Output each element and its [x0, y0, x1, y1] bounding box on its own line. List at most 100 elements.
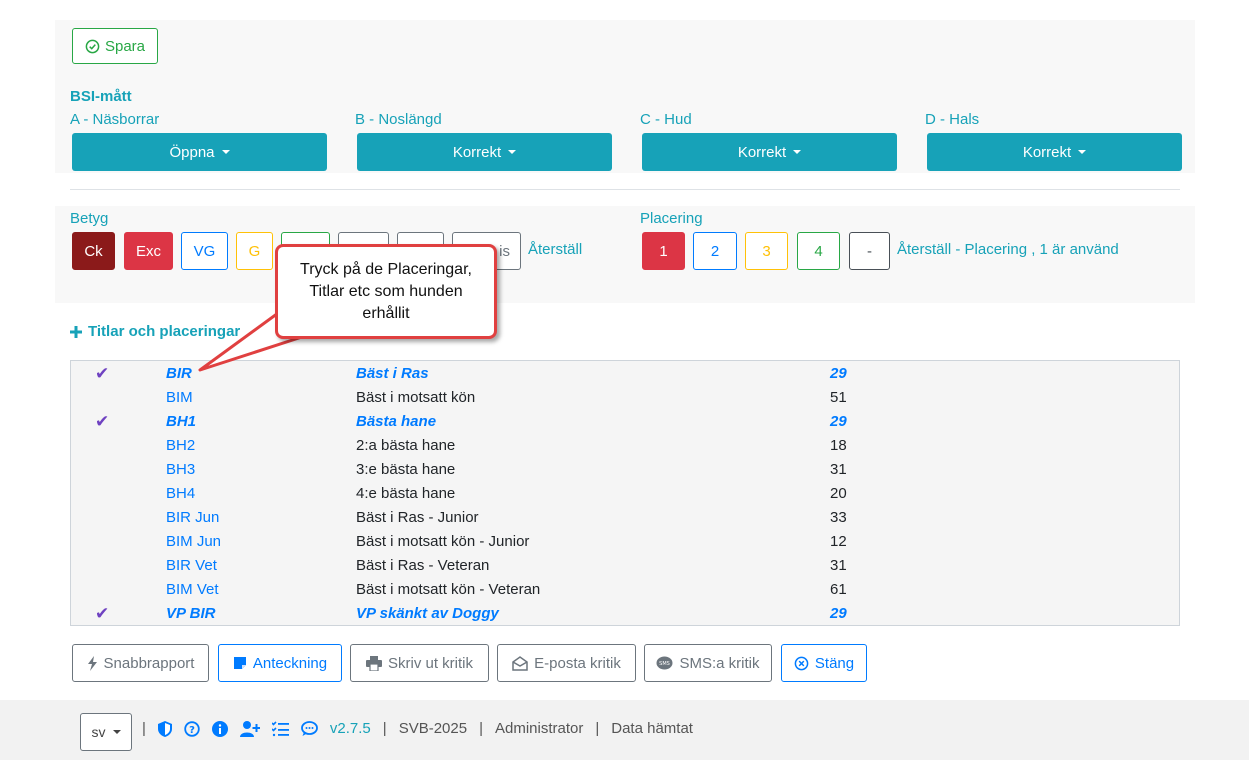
caret-down-icon [1078, 150, 1087, 154]
placement-1-button[interactable]: 1 [642, 232, 685, 270]
list-item[interactable]: BH2 2:a bästa hane 18 [71, 434, 1179, 458]
title-code: BIR Jun [166, 509, 220, 526]
data-status: Data hämtat [611, 720, 693, 737]
question-circle-icon[interactable]: ? [184, 720, 200, 737]
separator: | [382, 720, 387, 737]
plus-icon [70, 325, 82, 338]
list-item[interactable]: ✔ BH1 Bästa hane 29 [71, 410, 1179, 434]
title-count: 29 [830, 605, 847, 622]
list-item[interactable]: BIR Vet Bäst i Ras - Veteran 31 [71, 554, 1179, 578]
note-button[interactable]: Anteckning [218, 644, 342, 682]
grade-ck-button[interactable]: Ck [72, 232, 115, 270]
callout-annotation: Tryck på de Placeringar, Titlar etc som … [275, 244, 497, 339]
grade-g-button[interactable]: G [236, 232, 273, 270]
caret-down-icon [221, 150, 230, 154]
close-circle-icon [794, 656, 809, 670]
grading-reset-link[interactable]: Återställ [528, 241, 582, 258]
close-button[interactable]: Stäng [781, 644, 867, 682]
title-count: 29 [830, 365, 847, 382]
dropdown-value: Korrekt [737, 143, 787, 161]
check-icon: ✔ [95, 604, 110, 623]
titles-list: ✔ BIR Bäst i Ras 29 BIM Bäst i motsatt k… [70, 360, 1180, 626]
svg-text:SMS: SMS [660, 661, 671, 667]
title-count: 31 [830, 461, 847, 478]
list-item[interactable]: BIR Jun Bäst i Ras - Junior 33 [71, 506, 1179, 530]
title-desc: Bäst i Ras - Veteran [356, 557, 490, 574]
note-label: Anteckning [252, 654, 328, 672]
sms-icon: SMS [656, 656, 673, 669]
placement-reset-link[interactable]: Återställ - Placering , 1 är använd [897, 241, 1119, 258]
title-code: BH4 [166, 485, 196, 502]
sms-label: SMS:a kritik [679, 654, 760, 672]
title-desc: VP skänkt av Doggy [356, 605, 499, 622]
quick-report-button[interactable]: Snabbrapport [72, 644, 209, 682]
language-select[interactable]: sv [80, 713, 132, 751]
list-item[interactable]: BH4 4:e bästa hane 20 [71, 482, 1179, 506]
print-label: Skriv ut kritik [387, 654, 473, 672]
title-code: BIR [166, 365, 192, 382]
dropdown-nasborrar[interactable]: Öppna [72, 133, 327, 171]
dropdown-hud[interactable]: Korrekt [642, 133, 897, 171]
divider [70, 189, 1180, 190]
title-code: BH2 [166, 437, 196, 454]
list-item[interactable]: BIM Vet Bäst i motsatt kön - Veteran 61 [71, 578, 1179, 602]
task-list-icon[interactable] [271, 720, 289, 737]
sms-critique-button[interactable]: SMS SMS:a kritik [644, 644, 772, 682]
footer-bar: | ? v2.7.5 | SVB-2025 | Administrator | … [142, 720, 693, 737]
version-link[interactable]: v2.7.5 [330, 720, 371, 737]
info-icon[interactable] [211, 720, 228, 737]
language-value: sv [91, 724, 106, 740]
placement-label: Placering [640, 210, 703, 227]
chat-icon[interactable] [301, 720, 318, 737]
title-desc: Bäst i Ras [356, 365, 429, 382]
check-circle-icon [85, 39, 100, 53]
quick-report-label: Snabbrapport [103, 654, 195, 672]
close-label: Stäng [814, 654, 855, 672]
user-plus-icon[interactable] [239, 720, 260, 737]
separator: | [479, 720, 483, 737]
title-desc: 3:e bästa hane [356, 461, 456, 478]
title-count: 29 [830, 413, 847, 430]
dropdown-noslangd[interactable]: Korrekt [357, 133, 612, 171]
title-code: BH3 [166, 461, 196, 478]
title-desc: Bästa hane [356, 413, 437, 430]
title-count: 12 [830, 533, 847, 550]
list-item[interactable]: BIM Bäst i motsatt kön 51 [71, 386, 1179, 410]
shield-icon[interactable] [157, 720, 172, 737]
field-label-c: C - Hud [640, 111, 692, 128]
title-code: BIM [166, 389, 193, 406]
title-count: 31 [830, 557, 847, 574]
placement-3-button[interactable]: 3 [745, 232, 788, 270]
title-code: VP BIR [166, 605, 216, 622]
title-count: 18 [830, 437, 847, 454]
list-item[interactable]: ✔ VP BIR VP skänkt av Doggy 29 [71, 602, 1179, 626]
check-icon: ✔ [95, 364, 110, 383]
title-desc: Bäst i Ras - Junior [356, 509, 479, 526]
title-code: BIM Jun [166, 533, 222, 550]
dropdown-value: Korrekt [1022, 143, 1072, 161]
title-code: BIR Vet [166, 557, 217, 574]
placement-2-button[interactable]: 2 [693, 232, 737, 270]
list-item[interactable]: BH3 3:e bästa hane 31 [71, 458, 1179, 482]
field-label-a: A - Näsborrar [70, 111, 160, 128]
print-critique-button[interactable]: Skriv ut kritik [350, 644, 489, 682]
sticky-note-icon [233, 657, 246, 669]
save-button[interactable]: Spara [72, 28, 158, 64]
title-desc: 2:a bästa hane [356, 437, 456, 454]
caret-down-icon [793, 150, 802, 154]
title-count: 51 [830, 389, 847, 406]
email-critique-button[interactable]: E-posta kritik [497, 644, 636, 682]
dropdown-hals[interactable]: Korrekt [927, 133, 1182, 171]
grade-exc-button[interactable]: Exc [124, 232, 173, 270]
placement-none-button[interactable]: - [849, 232, 890, 270]
title-desc: Bäst i motsatt kön [356, 389, 476, 406]
caret-down-icon [508, 150, 517, 154]
list-item[interactable]: BIM Jun Bäst i motsatt kön - Junior 12 [71, 530, 1179, 554]
grade-vg-button[interactable]: VG [181, 232, 228, 270]
event-name: SVB-2025 [398, 720, 468, 737]
placement-4-button[interactable]: 4 [797, 232, 840, 270]
caret-down-icon [112, 730, 121, 734]
envelope-open-icon [512, 655, 528, 671]
separator: | [142, 720, 146, 737]
save-label: Spara [104, 37, 146, 55]
